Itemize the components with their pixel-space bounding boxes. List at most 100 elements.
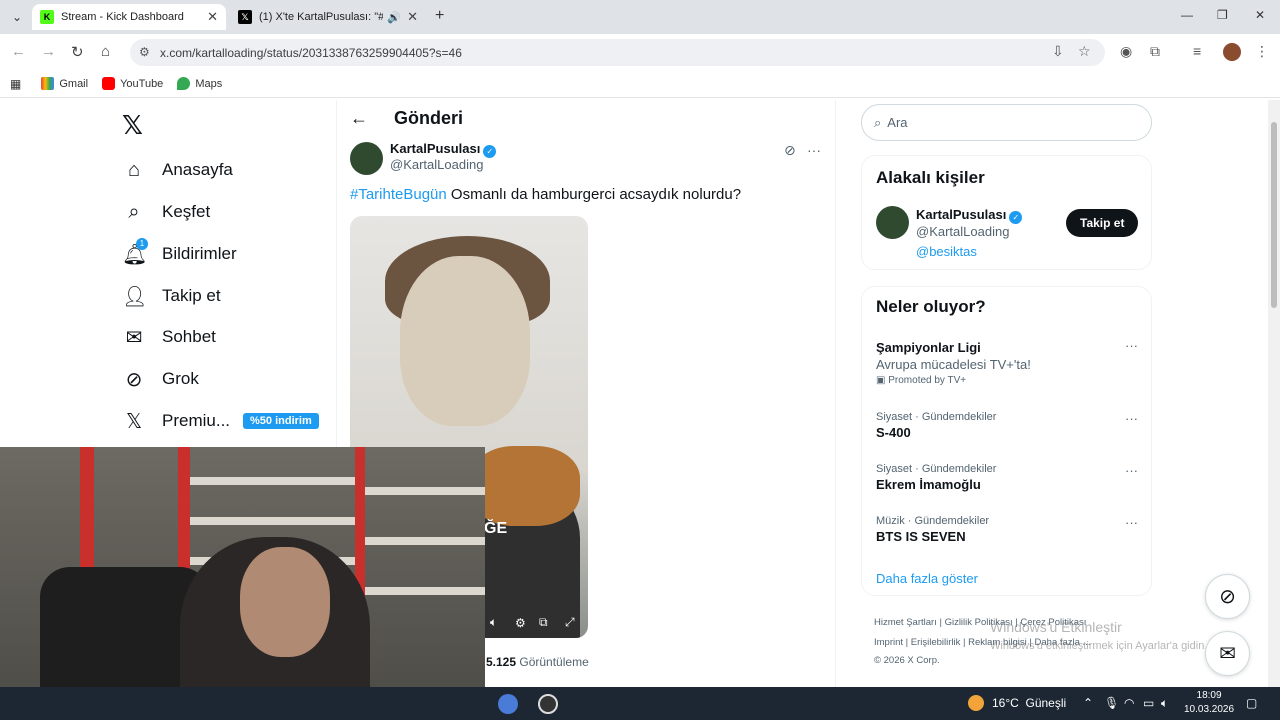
back-arrow-icon[interactable]: ← — [350, 108, 368, 129]
trend-name: Ekrem İmamoğlu — [876, 477, 981, 492]
x-logo-icon[interactable]: 𝕏 — [122, 110, 143, 141]
activation-watermark-sub: Windows'u etkinleştirmek için Ayarlar'a … — [990, 640, 1208, 652]
weather-widget[interactable]: 16°C Güneşli — [968, 695, 1066, 711]
hashtag-link[interactable]: #TarihteBugün — [350, 186, 447, 203]
related-handle[interactable]: @KartalLoading — [916, 224, 1009, 239]
bookmark-maps[interactable]: Maps — [177, 77, 222, 90]
trend-item[interactable]: Siyaset · Gündemdekiler S-400 ··· — [876, 411, 1138, 440]
bookmark-gmail[interactable]: Gmail — [41, 77, 88, 90]
trend-item[interactable]: Şampiyonlar Ligi Avrupa mücadelesi TV+'t… — [876, 338, 1138, 386]
more-options-icon[interactable]: ··· — [1125, 411, 1138, 426]
new-tab-icon[interactable]: + — [435, 7, 444, 25]
forward-icon[interactable]: → — [41, 43, 56, 60]
related-name[interactable]: KartalPusulası ✓ — [916, 207, 1023, 224]
youtube-icon — [102, 77, 116, 90]
volume-icon[interactable]: 🔈︎ — [1161, 696, 1168, 711]
media-control-icon[interactable]: ≡ — [1193, 43, 1201, 59]
pip-icon[interactable]: ⧉ — [539, 615, 548, 630]
sidebar-item-follow[interactable]: 👤︎ Takip et — [122, 281, 221, 311]
sidebar-item-label: Grok — [162, 369, 199, 388]
grok-explain-icon[interactable]: ⊘ — [784, 142, 796, 159]
sidebar-item-label: Keşfet — [162, 202, 211, 221]
views-count: 5.125 Görüntüleme — [486, 655, 589, 669]
trend-meta: Siyaset · Gündemdekiler — [876, 463, 997, 475]
messages-fab-button[interactable]: ✉ — [1205, 631, 1250, 676]
close-window-icon[interactable]: ✕ — [1255, 8, 1265, 22]
minimize-icon[interactable]: — — [1181, 8, 1193, 22]
trend-meta: Siyaset · Gündemdekiler — [876, 411, 997, 423]
views-number: 5.125 — [486, 655, 517, 669]
trend-promo: ▣ Promoted by TV+ — [876, 375, 967, 386]
premium-discount-badge: %50 indirim — [243, 413, 319, 429]
related-bio-link[interactable]: @besiktas — [916, 244, 977, 259]
related-avatar[interactable] — [876, 206, 909, 239]
more-options-icon[interactable]: ··· — [1125, 338, 1138, 353]
maximize-icon[interactable]: ❐ — [1217, 8, 1228, 22]
trend-name: S-400 — [876, 425, 911, 440]
clock[interactable]: 18:09 10.03.2026 — [1184, 689, 1234, 717]
sidebar-item-notifications[interactable]: 🔔︎ 1 Bildirimler — [122, 237, 237, 269]
sidebar-item-label: Bildirimler — [162, 244, 237, 263]
install-app-icon[interactable]: ⇩ — [1052, 43, 1064, 60]
sidebar-item-premium[interactable]: 𝕏 Premiu... — [122, 406, 230, 436]
post-header: ← Gönderi — [350, 108, 463, 129]
page-scrollbar[interactable] — [1268, 100, 1280, 687]
address-bar[interactable]: ⚙ x.com/kartalloading/status/20313387632… — [130, 39, 1105, 66]
reload-icon[interactable]: ↻ — [71, 43, 84, 61]
sidebar-item-grok[interactable]: ⊘ Grok — [122, 364, 199, 394]
mail-icon: ✉ — [125, 326, 143, 349]
video-caption: ĞE — [484, 520, 508, 537]
shelf — [365, 587, 485, 595]
wifi-icon[interactable]: ◠ — [1124, 696, 1134, 710]
tab-search-icon[interactable]: ⌄ — [12, 10, 22, 24]
shelf — [365, 537, 485, 545]
settings-icon[interactable]: ⚙ — [515, 616, 526, 630]
search-input[interactable]: ⌕ Ara — [861, 104, 1152, 141]
trend-item[interactable]: Siyaset · Gündemdekiler Ekrem İmamoğlu ·… — [876, 463, 1138, 492]
bookmark-youtube[interactable]: YouTube — [102, 77, 163, 90]
post-text: #TarihteBugün Osmanlı da hamburgerci acs… — [350, 186, 741, 203]
site-info-icon[interactable]: ⚙ — [139, 45, 150, 59]
microphone-icon[interactable]: 🎙︎ — [1104, 696, 1119, 710]
author-name[interactable]: KartalPusulası ✓ — [390, 141, 497, 158]
apps-grid-icon[interactable]: ▦ — [10, 77, 21, 91]
menu-icon[interactable]: ⋮ — [1255, 43, 1269, 60]
notifications-icon[interactable]: ▢ — [1246, 696, 1257, 710]
speaker-icon[interactable]: 🔊 — [387, 11, 401, 24]
home-icon[interactable]: ⌂ — [101, 43, 110, 60]
trend-item[interactable]: Müzik · Gündemdekiler BTS IS SEVEN ··· — [876, 515, 1138, 544]
puzzle-icon[interactable]: ⧉ — [1150, 43, 1160, 60]
volume-icon[interactable]: 🔈︎ — [490, 615, 497, 630]
scrollbar-thumb[interactable] — [1271, 122, 1277, 308]
sidebar-item-explore[interactable]: ⌕ Keşfet — [122, 197, 210, 227]
grok-fab-button[interactable]: ⊘ — [1205, 574, 1250, 619]
sidebar-item-home[interactable]: ⌂ Anasayfa — [122, 155, 233, 185]
profile-avatar[interactable] — [1223, 43, 1241, 61]
follow-button[interactable]: Takip et — [1066, 209, 1139, 237]
author-avatar[interactable] — [350, 142, 383, 175]
bookmark-star-icon[interactable]: ☆ — [1078, 43, 1091, 60]
app-icon[interactable] — [498, 694, 518, 714]
video-burger — [470, 446, 580, 526]
obs-icon[interactable] — [538, 694, 558, 714]
tab-strip: ⌄ K Stream - Kick Dashboard ✕ 𝕏 (1) X'te… — [0, 0, 1280, 34]
back-icon[interactable]: ← — [11, 43, 26, 60]
tray-chevron-icon[interactable]: ⌃ — [1083, 696, 1093, 710]
show-more-link[interactable]: Daha fazla göster — [876, 571, 978, 586]
gmail-icon — [41, 77, 55, 90]
more-options-icon[interactable]: ··· — [807, 142, 821, 158]
tab-x-post[interactable]: 𝕏 (1) X'te KartalPusulası: "#Ta 🔊 ✕ — [230, 4, 426, 30]
close-tab-icon[interactable]: ✕ — [207, 9, 218, 25]
more-options-icon[interactable]: ··· — [1125, 463, 1138, 478]
extension-icon[interactable]: ◉ — [1120, 43, 1132, 60]
sun-icon — [968, 695, 984, 711]
author-handle[interactable]: @KartalLoading — [390, 157, 483, 172]
more-options-icon[interactable]: ··· — [1125, 515, 1138, 530]
sidebar-item-chat[interactable]: ✉ Sohbet — [122, 322, 216, 352]
tab-kick-dashboard[interactable]: K Stream - Kick Dashboard ✕ — [32, 4, 226, 30]
battery-icon[interactable]: ▭ — [1143, 696, 1154, 710]
column-divider — [835, 100, 836, 687]
temperature: 16°C — [992, 696, 1019, 710]
fullscreen-icon[interactable]: ⤢ — [565, 615, 575, 630]
close-tab-icon[interactable]: ✕ — [407, 9, 418, 25]
